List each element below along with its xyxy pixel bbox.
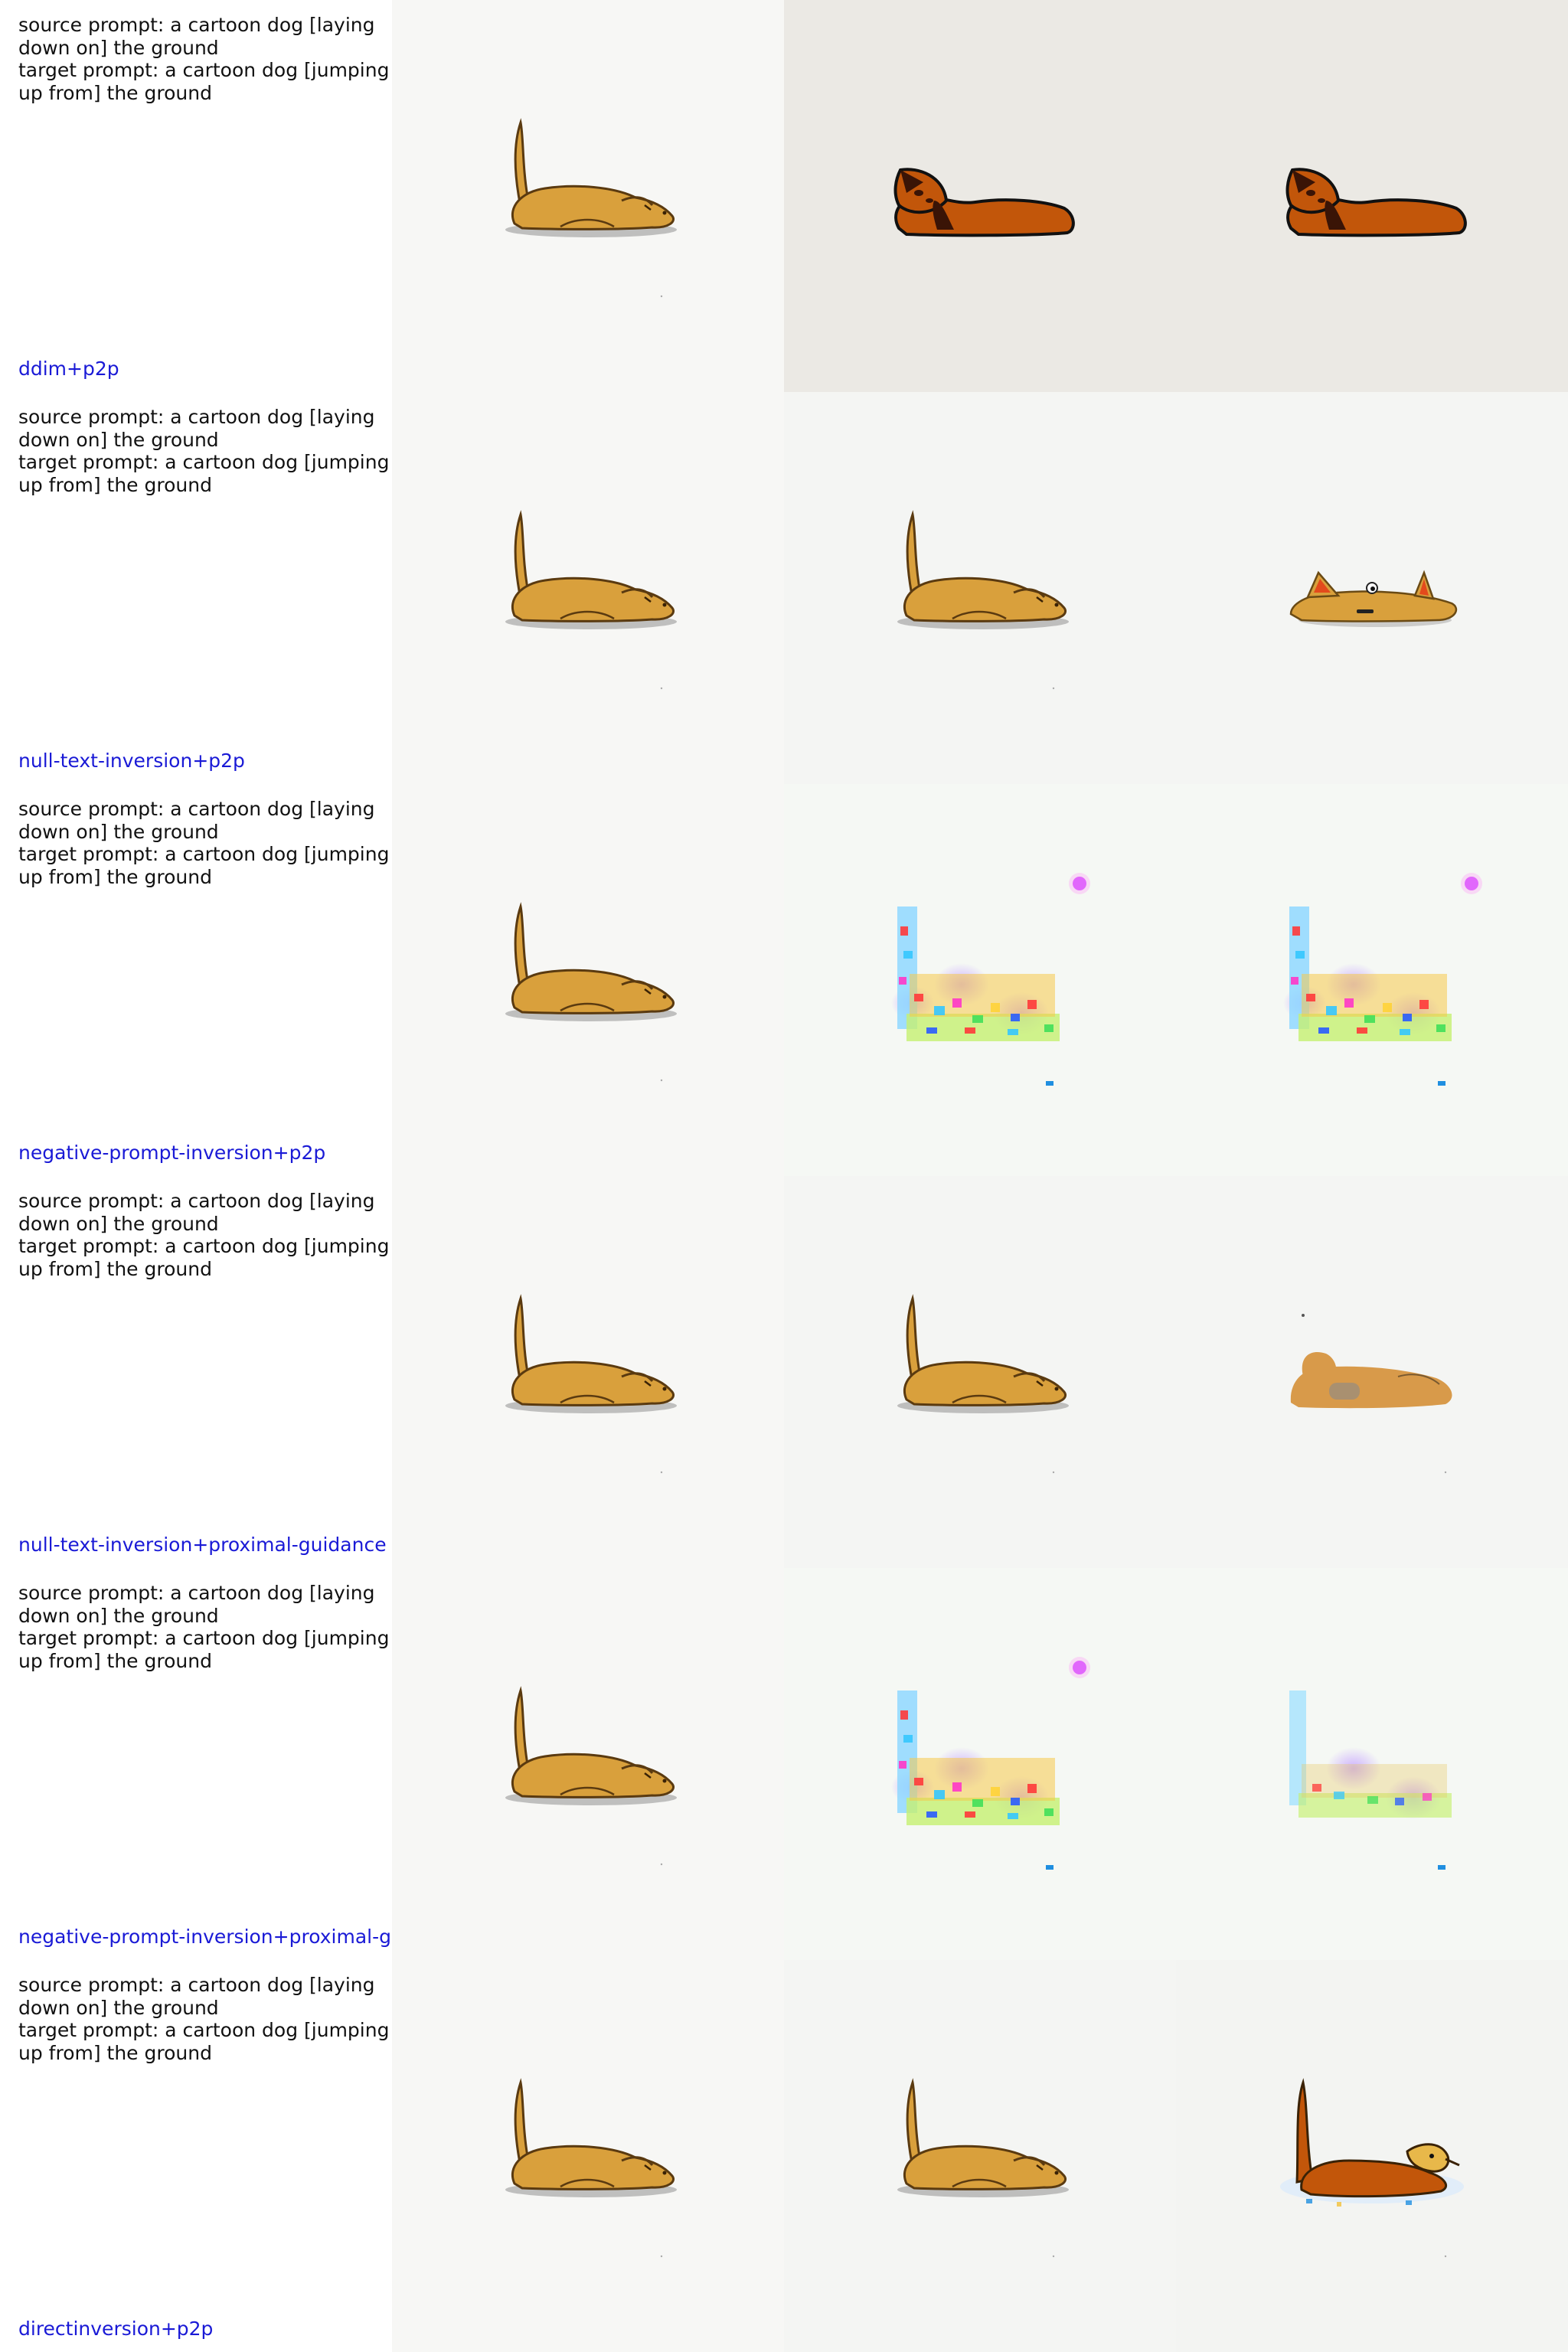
target-prompt: target prompt: a cartoon dog [jumping up… [18,843,390,888]
method-label: negative-prompt-inversion+proximal-g [18,1926,391,1948]
target-prompt: target prompt: a cartoon dog [jumping up… [18,59,390,104]
prompt-column: source prompt: a cartoon dog [laying dow… [0,1568,392,1960]
target-prompt: target prompt: a cartoon dog [jumping up… [18,1627,390,1672]
method-label: ddim+p2p [18,358,119,380]
prompt-text: source prompt: a cartoon dog [laying dow… [18,1974,392,2064]
prompt-text: source prompt: a cartoon dog [laying dow… [18,1582,392,1672]
source-image [392,0,784,392]
edited-image [1176,784,1568,1176]
prompt-text: source prompt: a cartoon dog [laying dow… [18,14,392,104]
source-image [392,392,784,784]
source-prompt: source prompt: a cartoon dog [laying dow… [18,14,375,59]
reconstruction-image [784,1568,1176,1960]
source-prompt: source prompt: a cartoon dog [laying dow… [18,406,375,451]
source-prompt: source prompt: a cartoon dog [laying dow… [18,1582,375,1627]
edited-image [1176,1960,1568,2352]
method-label: null-text-inversion+proximal-guidance [18,1534,387,1556]
method-row: source prompt: a cartoon dog [laying dow… [0,1960,1568,2352]
prompt-column: source prompt: a cartoon dog [laying dow… [0,392,392,784]
edited-image [1176,0,1568,392]
edited-image [1176,392,1568,784]
reconstruction-image [784,0,1176,392]
target-prompt: target prompt: a cartoon dog [jumping up… [18,1235,390,1280]
method-row: source prompt: a cartoon dog [laying dow… [0,1568,1568,1960]
method-row: source prompt: a cartoon dog [laying dow… [0,0,1568,392]
reconstruction-image [784,392,1176,784]
method-label: null-text-inversion+p2p [18,750,245,772]
prompt-column: source prompt: a cartoon dog [laying dow… [0,1960,392,2352]
prompt-text: source prompt: a cartoon dog [laying dow… [18,1190,392,1280]
method-row: source prompt: a cartoon dog [laying dow… [0,1176,1568,1568]
reconstruction-image [784,1960,1176,2352]
source-prompt: source prompt: a cartoon dog [laying dow… [18,1190,375,1235]
target-prompt: target prompt: a cartoon dog [jumping up… [18,2019,390,2064]
source-prompt: source prompt: a cartoon dog [laying dow… [18,798,375,843]
source-image [392,1960,784,2352]
edited-image [1176,1176,1568,1568]
source-image [392,1176,784,1568]
source-image [392,1568,784,1960]
source-image [392,784,784,1176]
prompt-text: source prompt: a cartoon dog [laying dow… [18,798,392,888]
prompt-column: source prompt: a cartoon dog [laying dow… [0,1176,392,1568]
prompt-text: source prompt: a cartoon dog [laying dow… [18,406,392,496]
prompt-column: source prompt: a cartoon dog [laying dow… [0,784,392,1176]
method-row: source prompt: a cartoon dog [laying dow… [0,784,1568,1176]
reconstruction-image [784,784,1176,1176]
prompt-column: source prompt: a cartoon dog [laying dow… [0,0,392,392]
method-label: directinversion+p2p [18,2318,214,2340]
target-prompt: target prompt: a cartoon dog [jumping up… [18,451,390,496]
edited-image [1176,1568,1568,1960]
method-row: source prompt: a cartoon dog [laying dow… [0,392,1568,784]
reconstruction-image [784,1176,1176,1568]
method-label: negative-prompt-inversion+p2p [18,1142,326,1164]
source-prompt: source prompt: a cartoon dog [laying dow… [18,1974,375,2019]
